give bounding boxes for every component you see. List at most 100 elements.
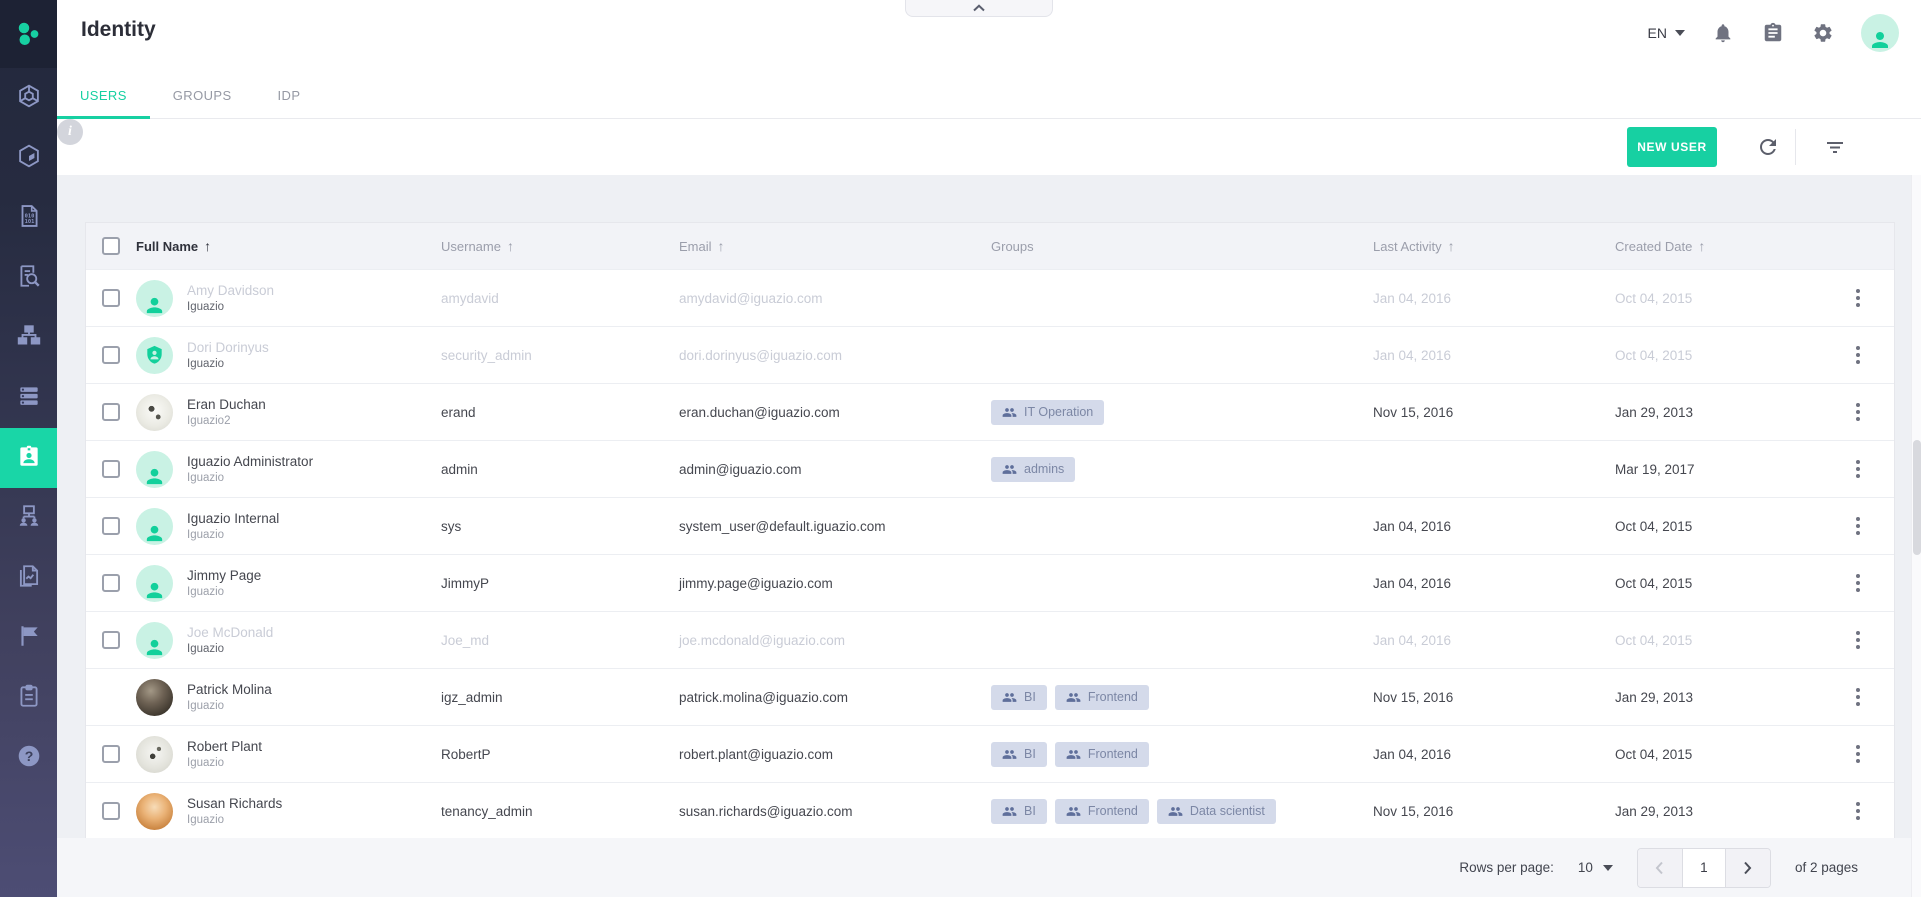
full-name-cell: Iguazio Administrator Iguazio xyxy=(136,450,441,488)
row-checkbox[interactable] xyxy=(102,802,120,820)
containers-box-icon xyxy=(16,143,42,174)
tenant-label: Iguazio xyxy=(187,814,225,826)
sidebar-item-browse-document-search[interactable] xyxy=(0,248,57,308)
group-icon xyxy=(1066,804,1081,819)
sidebar-item-org-users-monitor[interactable] xyxy=(0,488,57,548)
row-checkbox[interactable] xyxy=(102,403,120,421)
sidebar-item-storage-servers[interactable] xyxy=(0,368,57,428)
previous-page-button[interactable] xyxy=(1637,848,1682,887)
created-date-cell: Oct 04, 2015 xyxy=(1615,632,1693,648)
next-page-button[interactable] xyxy=(1725,848,1770,887)
row-actions-kebab-icon[interactable] xyxy=(1846,571,1870,595)
sidebar-item-flag[interactable] xyxy=(0,608,57,668)
column-header-last-activity[interactable]: Last Activity ↑ xyxy=(1373,238,1615,254)
name-block: Robert Plant Iguazio xyxy=(187,739,262,769)
row-checkbox[interactable] xyxy=(102,289,120,307)
collapse-header-button[interactable] xyxy=(905,0,1053,17)
sidebar-item-services-hexagon[interactable] xyxy=(0,68,57,128)
sidebar-item-help-question[interactable]: ? xyxy=(0,728,57,788)
row-checkbox[interactable] xyxy=(102,517,120,535)
row-avatar-teal-person xyxy=(136,450,173,488)
row-actions-kebab-icon[interactable] xyxy=(1846,685,1870,709)
scrollbar-track[interactable] xyxy=(1911,175,1921,897)
iguazio-logo[interactable] xyxy=(0,0,57,68)
row-actions-kebab-icon[interactable] xyxy=(1846,742,1870,766)
tenant-label: Iguazio xyxy=(187,529,225,541)
filter-icon[interactable] xyxy=(1822,134,1848,160)
row-checkbox[interactable] xyxy=(102,631,120,649)
row-actions-kebab-icon[interactable] xyxy=(1846,457,1870,481)
sidebar-item-network-monitors[interactable] xyxy=(0,308,57,368)
group-icon xyxy=(1168,804,1183,819)
tab-idp[interactable]: IDP xyxy=(255,88,324,118)
name-block: Dori Dorinyus Iguazio xyxy=(187,340,269,370)
column-header-email[interactable]: Email ↑ xyxy=(679,238,991,254)
row-actions-kebab-icon[interactable] xyxy=(1846,400,1870,424)
row-actions-kebab-icon[interactable] xyxy=(1846,514,1870,538)
full-name-text: Susan Richards xyxy=(187,796,283,811)
row-actions-kebab-icon[interactable] xyxy=(1846,286,1870,310)
row-actions-kebab-icon[interactable] xyxy=(1846,628,1870,652)
table-row[interactable]: Iguazio Internal Iguazio sys system_user@de… xyxy=(86,497,1894,554)
column-header-label: Username ↑ xyxy=(441,238,679,254)
select-all-checkbox[interactable] xyxy=(102,237,120,255)
table-row[interactable]: Susan Richards Iguazio tenancy_admin susan.… xyxy=(86,782,1894,839)
row-actions-kebab-icon[interactable] xyxy=(1846,343,1870,367)
row-checkbox[interactable] xyxy=(102,574,120,592)
kebab-dot xyxy=(1856,702,1860,706)
row-actions-kebab-icon[interactable] xyxy=(1846,799,1870,823)
groups-cell: BI Frontend xyxy=(991,741,1373,767)
row-checkbox[interactable] xyxy=(102,745,120,763)
table-row[interactable]: Eran Duchan Iguazio2 erand eran.duchan@igua… xyxy=(86,383,1894,440)
table-row[interactable]: Robert Plant Iguazio RobertP robert.plant@i… xyxy=(86,725,1894,782)
notifications-bell-icon[interactable] xyxy=(1711,21,1735,45)
full-name-cell: Susan Richards Iguazio xyxy=(136,792,441,830)
sidebar-item-reports-documents[interactable] xyxy=(0,548,57,608)
table-row[interactable]: Patrick Molina Iguazio igz_admin patrick.mo… xyxy=(86,668,1894,725)
row-checkbox[interactable] xyxy=(102,346,120,364)
kebab-dot xyxy=(1856,581,1860,585)
tab-users[interactable]: USERS xyxy=(57,88,150,119)
group-icon xyxy=(1066,690,1081,705)
language-selector[interactable]: EN xyxy=(1648,25,1685,41)
rows-per-page-value: 10 xyxy=(1577,860,1593,875)
tab-groups[interactable]: GROUPS xyxy=(150,88,255,118)
sort-arrow-icon: ↑ xyxy=(506,238,514,254)
browse-document-search-icon xyxy=(16,263,42,294)
column-header-created-date[interactable]: Created Date ↑ xyxy=(1615,238,1831,254)
table-row[interactable]: Joe McDonald Iguazio Joe_md joe.mcdonald@ig… xyxy=(86,611,1894,668)
scrollbar-thumb[interactable] xyxy=(1913,440,1921,555)
sidebar-item-identity-badge[interactable] xyxy=(0,428,57,488)
flag-icon xyxy=(16,623,42,654)
row-checkbox[interactable] xyxy=(102,460,120,478)
last-activity-cell: Jan 04, 2016 xyxy=(1373,347,1452,363)
current-page-box[interactable]: 1 xyxy=(1681,848,1726,887)
rows-per-page-select[interactable]: 10 xyxy=(1578,860,1613,875)
group-chip: Frontend xyxy=(1054,741,1149,767)
refresh-icon[interactable] xyxy=(1755,134,1781,160)
column-header-username[interactable]: Username ↑ xyxy=(441,238,679,254)
row-checkbox-cell xyxy=(86,346,136,364)
name-block: Iguazio Administrator Iguazio xyxy=(187,454,313,484)
row-avatar-teal-person-shield xyxy=(136,336,173,374)
row-menu-cell xyxy=(1831,343,1894,367)
settings-gear-icon[interactable] xyxy=(1811,21,1835,45)
tasks-clipboard-icon[interactable] xyxy=(1761,21,1785,45)
user-avatar[interactable] xyxy=(1861,14,1899,52)
kebab-dot xyxy=(1856,688,1860,692)
table-row[interactable]: Iguazio Administrator Iguazio admin admin@i… xyxy=(86,440,1894,497)
row-menu-cell xyxy=(1831,799,1894,823)
new-user-button[interactable]: NEW USER xyxy=(1627,127,1717,167)
table-row[interactable]: Dori Dorinyus Iguazio security_admin dori.d… xyxy=(86,326,1894,383)
table-row[interactable]: Jimmy Page Iguazio JimmyP jimmy.page@iguazi… xyxy=(86,554,1894,611)
chevron-down-icon xyxy=(1675,30,1685,36)
sidebar-item-data-binary-file[interactable]: 010 101 xyxy=(0,188,57,248)
group-chip: BI xyxy=(991,684,1047,710)
last-activity-cell: Nov 15, 2016 xyxy=(1373,689,1454,705)
column-header-full-name[interactable]: Full Name ↑ xyxy=(136,238,441,254)
sidebar-item-containers-box[interactable] xyxy=(0,128,57,188)
table-row[interactable]: Amy Davidson Iguazio amydavid amydavid@igua… xyxy=(86,269,1894,326)
sidebar-item-events-clipboard[interactable] xyxy=(0,668,57,728)
kebab-dot xyxy=(1856,802,1860,806)
info-icon[interactable]: i xyxy=(57,119,83,145)
